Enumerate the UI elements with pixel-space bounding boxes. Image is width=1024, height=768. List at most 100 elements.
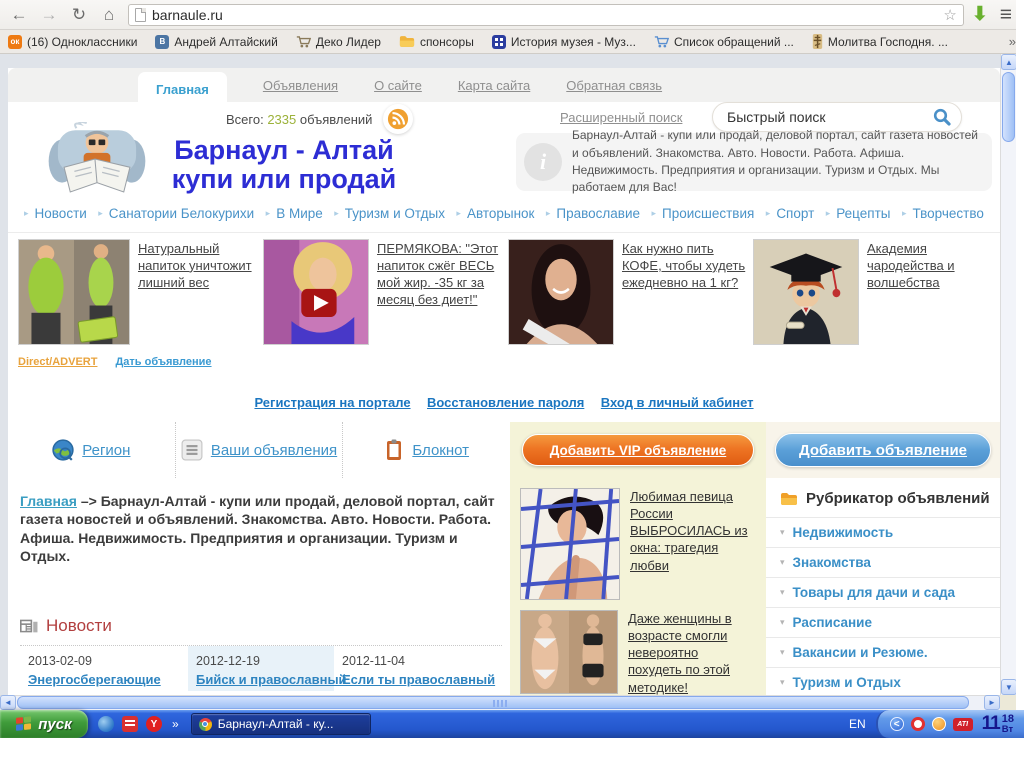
back-icon[interactable]: ←	[8, 5, 30, 25]
bookmark-odnoklassniki[interactable]: ок (16) Одноклассники	[8, 35, 137, 49]
news-link[interactable]: Энергосберегающие	[28, 672, 182, 687]
rubricator-header: Рубрикатор объявлений	[766, 478, 1000, 517]
notebook-action[interactable]: Блокнот	[342, 422, 510, 478]
bookmark-star-icon[interactable]: ☆	[943, 6, 956, 24]
breadcrumb-home-link[interactable]: Главная	[20, 493, 77, 509]
rubric-vakansii[interactable]: ▾Вакансии и Резюме.	[766, 637, 1000, 667]
rubric-tovary-dlya-dachi[interactable]: ▾Товары для дачи и сада	[766, 577, 1000, 607]
nav-pravoslavie[interactable]: ▸Православие	[546, 206, 640, 221]
tab-obyavleniya[interactable]: Объявления	[263, 78, 338, 93]
tray-ati-icon[interactable]: ATI	[953, 718, 973, 731]
rubric-turizm[interactable]: ▾Туризм и Отдых	[766, 667, 1000, 697]
tray-collapse-icon[interactable]: <	[890, 717, 904, 731]
post-ad-link[interactable]: Дать объявление	[115, 356, 211, 368]
bullet-icon: ▸	[334, 208, 339, 219]
reload-icon[interactable]: ↻	[68, 5, 90, 25]
news-link[interactable]: Если ты православный	[342, 672, 496, 687]
bookmark-vk[interactable]: В Андрей Алтайский	[155, 35, 277, 49]
url-text[interactable]: barnaule.ru	[152, 7, 937, 23]
bullet-icon: ▸	[546, 208, 551, 219]
scroll-left-icon[interactable]: ◄	[0, 695, 16, 710]
vertical-scrollbar[interactable]: ▲ ▼	[1000, 54, 1016, 695]
taskbar-clock[interactable]: 11 18 Вт	[982, 713, 1014, 735]
nav-tvorchestvo[interactable]: ▸Творчество	[902, 206, 984, 221]
register-link[interactable]: Регистрация на портале	[254, 395, 410, 410]
bookmark-deko-lider[interactable]: Деко Лидер	[296, 35, 381, 49]
bookmark-museum[interactable]: История музея - Муз...	[492, 35, 636, 49]
horizontal-scrollbar-thumb[interactable]	[17, 696, 969, 709]
page-icon	[135, 8, 146, 22]
your-ads-action[interactable]: Ваши объявления	[175, 422, 343, 478]
forward-icon[interactable]: →	[38, 5, 60, 25]
teaser-image-1[interactable]	[18, 239, 130, 345]
rubricator-title: Рубрикатор объявлений	[806, 490, 990, 507]
direct-advert-link[interactable]: Direct/ADVERT	[18, 356, 97, 368]
region-action[interactable]: Регион	[8, 422, 175, 478]
teaser-link-2[interactable]: ПЕРМЯКОВА: "Этот напиток сжёг ВЕСЬ мой ж…	[377, 239, 501, 352]
page-viewport: Главная Объявления О сайте Карта сайта О…	[0, 54, 1000, 710]
add-vip-ad-button[interactable]: Добавить VIP объявление	[522, 434, 754, 466]
scroll-right-icon[interactable]: ►	[984, 695, 1000, 710]
nav-proisshestviya[interactable]: ▸Происшествия	[651, 206, 754, 221]
chevron-down-icon: ▾	[780, 587, 785, 598]
mid-teaser-link-1[interactable]: Любимая певица России ВЫБРОСИЛАСЬ из окн…	[630, 488, 756, 600]
rss-icon[interactable]	[383, 104, 413, 134]
nav-v-mire[interactable]: ▸В Мире	[266, 206, 323, 221]
nav-sanatorii[interactable]: ▸Санатории Белокурихи	[98, 206, 254, 221]
nav-turizm[interactable]: ▸Туризм и Отдых	[334, 206, 445, 221]
tab-obratnaya-svyaz[interactable]: Обратная связь	[566, 78, 662, 93]
news-link[interactable]: Бийск и православный	[196, 672, 328, 687]
nav-recepty[interactable]: ▸Рецепты	[826, 206, 891, 221]
address-bar[interactable]: barnaule.ru ☆	[128, 4, 964, 26]
tray-agent-icon[interactable]	[932, 717, 946, 731]
bookmark-prayer[interactable]: Молитва Господня. ...	[812, 34, 948, 49]
teaser-link-4[interactable]: Академия чародейства и волшебства	[867, 239, 991, 352]
login-link[interactable]: Вход в личный кабинет	[601, 395, 754, 410]
mid-teaser-image-2[interactable]	[520, 610, 618, 694]
bookmark-requests[interactable]: Список обращений ...	[654, 35, 794, 49]
tray-opera-icon[interactable]	[911, 717, 925, 731]
rubric-raspisanie[interactable]: ▾Расписание	[766, 607, 1000, 637]
horizontal-scrollbar[interactable]: ◄ ►	[0, 695, 1016, 710]
task-button-barnaul[interactable]: Барнаул-Алтай - ку...	[191, 713, 371, 735]
search-input[interactable]	[727, 109, 933, 125]
language-indicator[interactable]: EN	[849, 717, 866, 731]
add-ad-button[interactable]: Добавить объявление	[775, 433, 991, 467]
teaser-link-3[interactable]: Как нужно пить КОФЕ, чтобы худеть ежедне…	[622, 239, 746, 352]
mid-teaser-image-1[interactable]	[520, 488, 620, 600]
home-icon[interactable]: ⌂	[98, 5, 120, 25]
app-icon[interactable]	[122, 716, 138, 732]
bookmarks-overflow-icon[interactable]: »	[1009, 34, 1016, 49]
site-title[interactable]: Барнаул - Алтай купи или продай	[150, 136, 418, 193]
password-recovery-link[interactable]: Восстановление пароля	[427, 395, 584, 410]
rubric-znakomstva[interactable]: ▾Знакомства	[766, 547, 1000, 577]
teaser-image-4[interactable]	[753, 239, 859, 345]
yandex-icon[interactable]: Y	[146, 716, 162, 732]
nav-novosti[interactable]: ▸Новости	[24, 206, 87, 221]
scroll-up-icon[interactable]: ▲	[1001, 54, 1017, 70]
vk-icon: В	[155, 35, 169, 49]
teaser-image-2[interactable]	[263, 239, 369, 345]
mid-teaser-link-2[interactable]: Даже женщины в возрасте смогли невероятн…	[628, 610, 754, 696]
clipboard-icon	[384, 439, 404, 461]
bullet-icon: ▸	[766, 208, 771, 219]
browser-menu-icon[interactable]: ≡	[996, 4, 1016, 25]
rubric-nedvizhimost[interactable]: ▾Недвижимость	[766, 517, 1000, 547]
bookmark-sponsors[interactable]: спонсоры	[399, 35, 474, 49]
start-button[interactable]: пуск	[0, 710, 88, 738]
mascot-logo-image[interactable]	[42, 122, 152, 194]
quick-launch-overflow-icon[interactable]: »	[172, 717, 179, 731]
download-icon[interactable]: ⬇	[972, 5, 988, 24]
tab-karta-sajta[interactable]: Карта сайта	[458, 78, 530, 93]
vertical-scrollbar-thumb[interactable]	[1002, 72, 1015, 142]
nav-sport[interactable]: ▸Спорт	[766, 206, 815, 221]
nav-avtorynok[interactable]: ▸Авторынок	[456, 206, 534, 221]
advanced-search-link[interactable]: Расширенный поиск	[560, 110, 682, 125]
list-icon	[181, 439, 203, 461]
teaser-image-3[interactable]	[508, 239, 614, 345]
search-icon[interactable]	[933, 108, 951, 126]
scroll-down-icon[interactable]: ▼	[1001, 679, 1017, 695]
tab-o-sajte[interactable]: О сайте	[374, 78, 422, 93]
browser-app-icon[interactable]	[98, 716, 114, 732]
teaser-link-1[interactable]: Натуральный напиток уничтожит лишний вес	[138, 239, 262, 352]
